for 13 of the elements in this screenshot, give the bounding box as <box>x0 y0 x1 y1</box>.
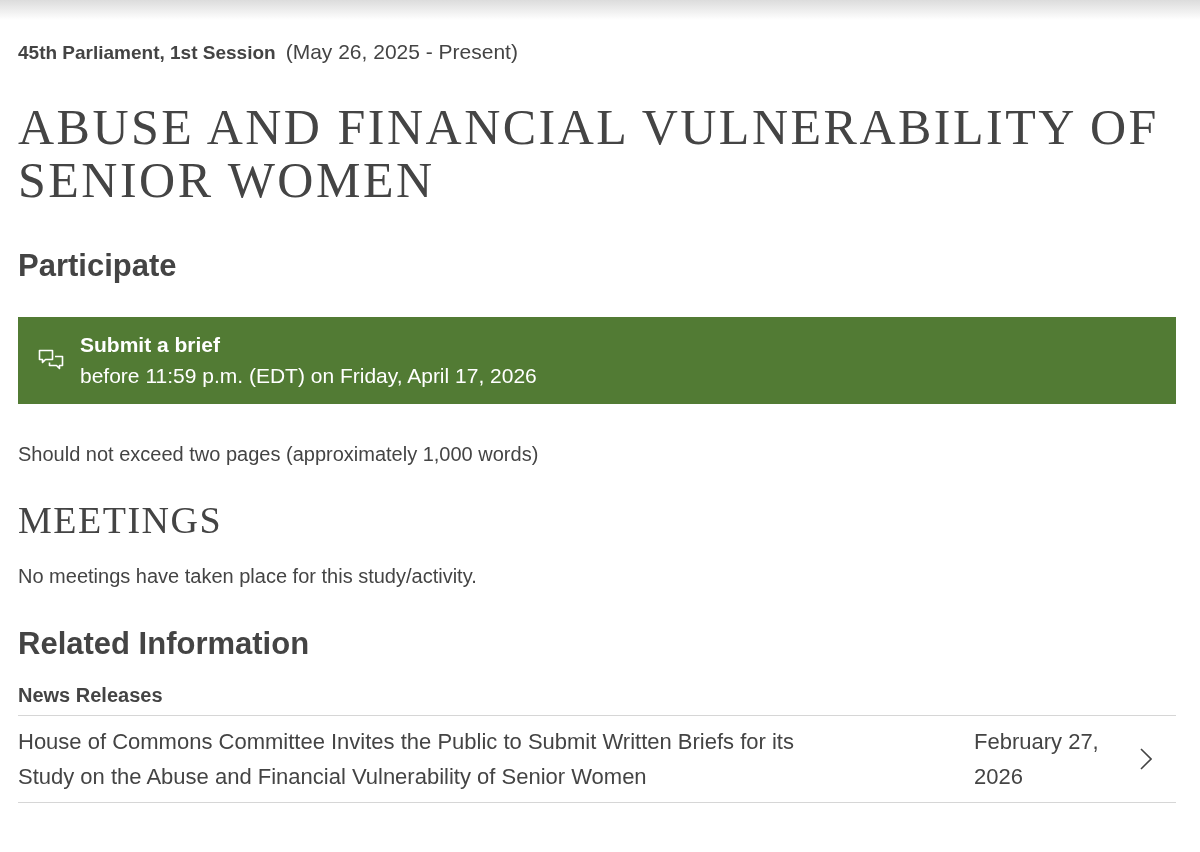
submit-brief-banner[interactable]: Submit a brief before 11:59 p.m. (EDT) on Friday, April 17, 2026 <box>18 317 1176 404</box>
section-heading: Participate <box>18 246 178 285</box>
news-release-date: February 27, 2026 <box>974 727 1100 791</box>
session-name: 45th Parliament, 1st Session <box>18 41 276 65</box>
section-heading: Related Information <box>18 625 311 663</box>
meetings-message: No meetings have taken place for this study/activity. <box>18 564 478 589</box>
section-heading: MEETINGS <box>18 498 224 543</box>
page-title: ABUSE AND FINANCIAL VULNERABILITY OF SENIOR WOMEN <box>18 100 1160 207</box>
news-release-link[interactable]: House of Commons Committee Invites the Public to Submit Written Briefs for its Study on the Abuse and Financial Vulnerability of Senior Women <box>18 723 838 794</box>
brief-note: Should not exceed two pages (approximately 1,000 words) <box>18 442 540 467</box>
subsection-heading: News Releases <box>18 682 164 708</box>
chevron-right-icon <box>1140 747 1152 770</box>
session-dates: (May 26, 2025 - Present) <box>285 39 518 65</box>
